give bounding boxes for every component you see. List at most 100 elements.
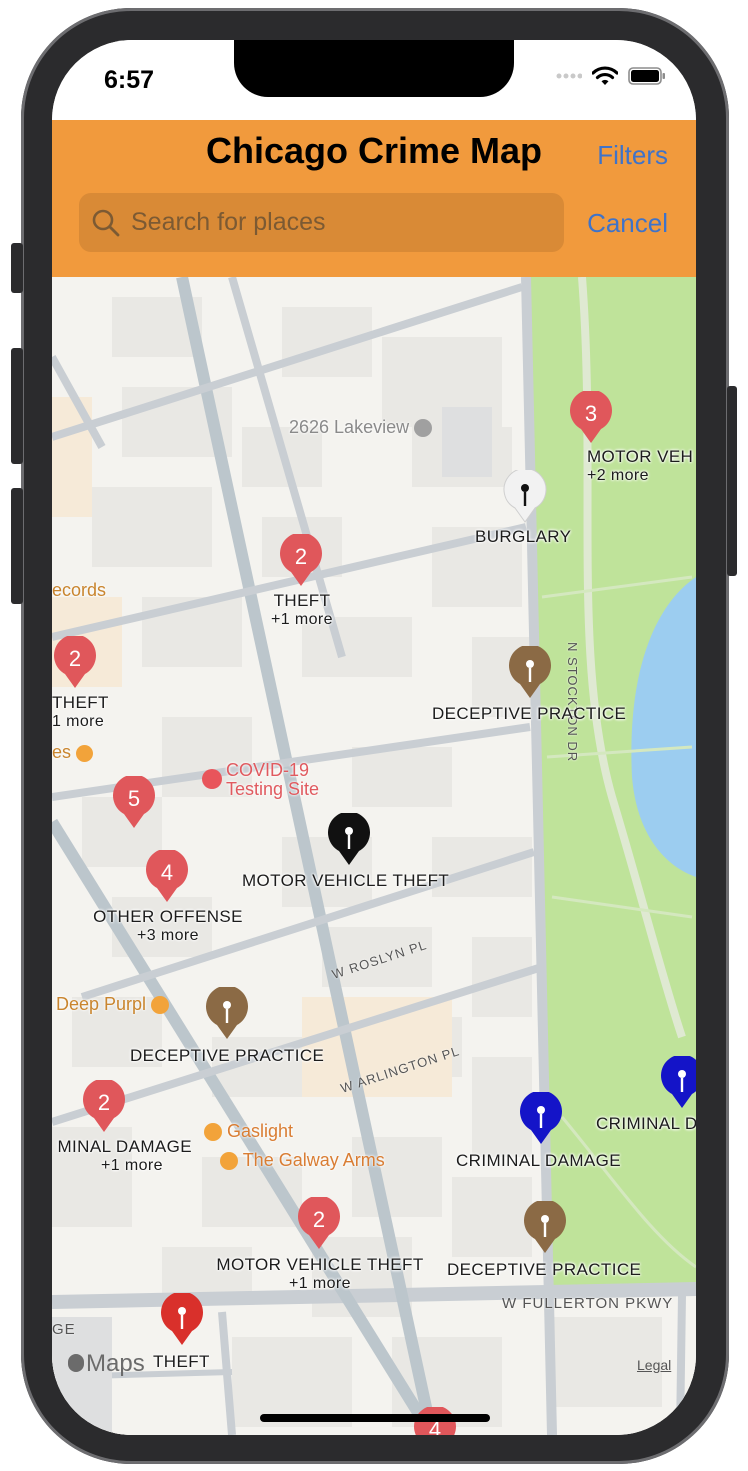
street-fullerton: W FULLERTON PKWY [502,1295,674,1312]
cluster-marker[interactable]: 4 [144,848,190,909]
deceptive-practice-pin [509,644,551,698]
crime-type: THEFT [52,693,109,712]
screen: 6:57 Chicago Crime Map Filters Cancel [52,40,696,1435]
search-icon [92,209,120,236]
cancel-button[interactable]: Cancel [587,208,668,239]
deceptive-practice-pin [524,1199,566,1253]
marker-label: DECEPTIVE PRACTICE [432,704,626,723]
poi-galway[interactable]: The Galway Arms [220,1150,385,1171]
marker-label: THEFT [153,1352,210,1371]
cluster-count: 4 [161,860,173,885]
power-button [727,386,737,576]
poi-galway-label: The Galway Arms [242,1150,385,1170]
building-icon [414,419,433,438]
cluster-marker[interactable]: 5 [111,774,157,835]
status-time: 6:57 [104,66,155,94]
marker-label: THEFT +1 more [264,591,340,629]
theft-marker[interactable] [159,1291,205,1352]
marker-label: MOTOR VEH +2 more [587,447,693,485]
more-count: 1 more [52,713,105,730]
cluster-pin: 2 [54,634,97,688]
music-icon [151,996,170,1015]
poi-deep-purple-label: Deep Purpl [56,994,147,1014]
apple-icon [68,1354,84,1372]
marker-label: CRIMINAL DAMAGE [456,1151,621,1170]
cluster-count: 5 [128,786,140,811]
marker-label: MOTOR VEHICLE THEFT [242,871,449,890]
crime-type: MINAL DAMAGE [57,1137,192,1156]
cluster-count: 2 [313,1207,325,1232]
crime-type: DECEPTIVE PRACTICE [432,704,627,723]
criminal-damage-pin [520,1090,562,1144]
cluster-marker[interactable]: 2 [52,634,98,695]
cluster-count: 2 [69,646,81,671]
search-input[interactable] [129,207,564,238]
search-bar[interactable] [79,193,564,252]
deceptive-practice-pin [206,985,248,1039]
burglary-marker[interactable] [502,468,548,529]
deceptive-practice-marker[interactable] [204,985,250,1046]
criminal-damage-pin [661,1054,696,1108]
marker-label: MOTOR VEHICLE THEFT +1 more [212,1255,428,1293]
theft-pin [161,1291,203,1345]
marker-label: CRIMINAL D [596,1114,696,1133]
cluster-marker[interactable]: 2 [296,1195,342,1256]
crime-type: MOTOR VEH [587,447,694,466]
legal-link[interactable]: Legal [637,1357,671,1373]
battery-icon [628,67,665,85]
more-count: +1 more [271,611,333,628]
crime-type: BURGLARY [475,527,572,546]
cluster-pin: 2 [83,1078,126,1132]
motor-vehicle-theft-marker[interactable] [326,811,372,872]
cluster-marker[interactable]: 2 [81,1078,127,1139]
poi-records[interactable]: ecords [52,580,106,601]
poi-lakeview[interactable]: 2626 Lakeview [289,417,433,438]
page-title: Chicago Crime Map [205,130,543,171]
silent-switch [11,243,23,293]
crime-type: MOTOR VEHICLE THEFT [216,1255,424,1274]
poi-lakeview-label: 2626 Lakeview [289,417,410,437]
status-icons [556,66,666,86]
cellular-signal-icon [556,73,582,79]
cluster-pin: 4 [146,848,188,902]
more-count: +1 more [101,1157,163,1174]
cluster-marker[interactable]: 2 [278,532,324,593]
street-stockton: N STOCKTON DR [565,642,580,763]
crime-type: MOTOR VEHICLE THEFT [242,871,450,890]
crime-type: CRIMINAL DAMAGE [456,1151,622,1170]
cluster-marker[interactable]: 3 [568,389,614,450]
poi-covid[interactable]: COVID-19 Testing Site [202,761,319,799]
notch [234,40,514,97]
cluster-pin: 2 [280,532,322,586]
cluster-count: 3 [585,401,597,426]
marker-label: DECEPTIVE PRACTICE [447,1260,641,1279]
criminal-damage-marker[interactable] [659,1054,696,1115]
criminal-damage-marker[interactable] [518,1090,564,1151]
apple-maps-logo: Maps [68,1350,145,1378]
deceptive-practice-marker[interactable] [522,1199,568,1260]
poi-es[interactable]: es [52,742,94,763]
deceptive-practice-marker[interactable] [507,644,553,705]
wifi-icon [592,66,618,85]
marker-label: DECEPTIVE PRACTICE [130,1046,324,1065]
map-view[interactable]: 2626 Lakeview ecords es COVID-19 Testing… [52,277,696,1435]
bar-icon [204,1123,222,1142]
poi-gaslight[interactable]: Gaslight [204,1121,293,1142]
volume-up-button [11,348,23,464]
food-icon [76,744,94,762]
crime-type: THEFT [273,591,331,610]
motor-vehicle-theft-pin [328,811,370,865]
medical-icon [202,769,222,789]
home-indicator[interactable] [260,1414,490,1422]
crime-type: CRIMINAL D [596,1114,696,1133]
header-bar: Chicago Crime Map Filters Cancel [52,120,696,277]
crime-type: DECEPTIVE PRACTICE [130,1046,325,1065]
cluster-pin: 2 [298,1195,340,1249]
maps-label: Maps [86,1350,145,1377]
volume-down-button [11,488,23,604]
marker-label: OTHER OFFENSE +3 more [92,907,244,945]
filters-button[interactable]: Filters [597,140,668,171]
more-count: +2 more [587,467,649,484]
poi-deep-purple[interactable]: Deep Purpl [56,994,170,1015]
more-count: +1 more [289,1275,351,1292]
